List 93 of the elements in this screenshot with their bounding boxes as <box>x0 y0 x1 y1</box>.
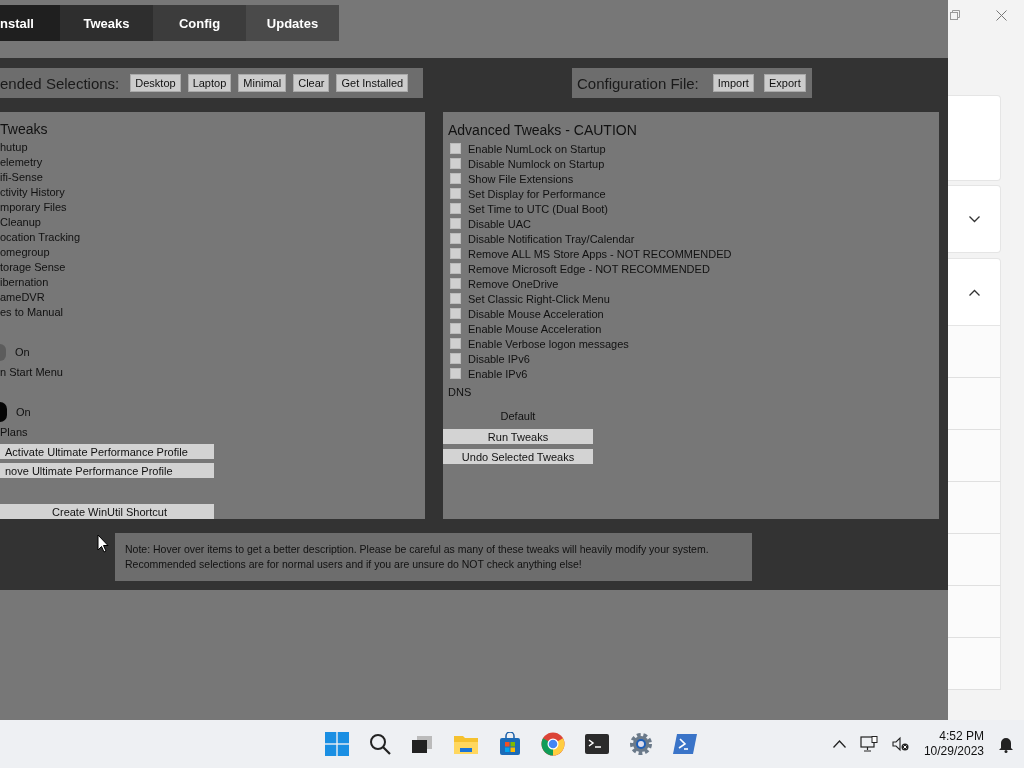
checkbox[interactable] <box>450 293 461 304</box>
network-icon[interactable] <box>859 736 878 752</box>
tab[interactable]: Tweaks <box>60 5 153 41</box>
tweak-label: ctivity History <box>0 185 66 200</box>
chevron-up-icon[interactable] <box>968 288 980 296</box>
checkbox-label: Disable Mouse Acceleration <box>468 307 604 320</box>
speaker-muted-icon[interactable] <box>891 736 910 752</box>
close-icon[interactable] <box>996 10 1007 21</box>
chrome-icon[interactable] <box>541 732 565 756</box>
checkbox-label: Set Display for Performance <box>468 187 606 200</box>
cursor-icon <box>97 534 109 553</box>
checkbox-label: Remove OneDrive <box>468 277 559 290</box>
note-text: Note: Hover over items to get a better description. Please be careful as many of these tweaks will heavily modify your system. Recommended selections are for normal users and if you are unsure do NOT check anything else! <box>115 533 752 581</box>
clock-time[interactable]: 4:52 PM <box>939 729 984 744</box>
selections-label: ended Selections: <box>0 74 120 92</box>
checkbox[interactable] <box>450 323 461 334</box>
checkbox-label: Set Classic Right-Click Menu <box>468 292 610 305</box>
tweak-label: mporary Files <box>0 200 68 215</box>
preset-button[interactable]: Laptop <box>187 74 232 92</box>
checkbox-label: Enable Mouse Acceleration <box>468 322 602 335</box>
toggle-label: On <box>15 346 30 358</box>
checkbox-label: Disable Notification Tray/Calendar <box>468 232 635 245</box>
chevron-up-icon[interactable] <box>832 740 846 748</box>
checkbox[interactable] <box>450 308 461 319</box>
tweak-button[interactable]: Run Tweaks <box>443 429 593 444</box>
preset-button[interactable]: Minimal <box>238 74 287 92</box>
checkbox[interactable] <box>450 158 461 169</box>
checkbox-label: Disable Numlock on Startup <box>468 157 605 170</box>
task-view-icon[interactable] <box>411 734 433 754</box>
tweak-label: omegroup <box>0 245 51 260</box>
tweak-label: ifi-Sense <box>0 170 44 185</box>
checkbox-label: Enable IPv6 <box>468 367 528 380</box>
restore-icon[interactable] <box>950 10 960 20</box>
tab[interactable]: nstall <box>0 5 60 41</box>
checkbox[interactable] <box>450 173 461 184</box>
dns-dropdown[interactable]: Default <box>443 410 593 424</box>
folder-icon[interactable] <box>453 733 479 755</box>
checkbox[interactable] <box>450 338 461 349</box>
action-button[interactable]: Activate Ultimate Performance Profile <box>0 444 214 459</box>
config-button[interactable]: Export <box>763 74 806 92</box>
checkbox-label: Remove ALL MS Store Apps - NOT RECOMMENDED <box>468 247 732 260</box>
tweak-label: es to Manual <box>0 305 64 320</box>
checkbox[interactable] <box>450 233 461 244</box>
tweak-label: Plans <box>0 425 29 440</box>
tweak-label: ameDVR <box>0 290 46 305</box>
bell-icon[interactable] <box>998 735 1014 753</box>
terminal-icon[interactable] <box>585 734 609 754</box>
search-icon[interactable] <box>369 733 391 755</box>
checkbox[interactable] <box>450 278 461 289</box>
checkbox[interactable] <box>450 248 461 259</box>
checkbox-label: Disable IPv6 <box>468 352 530 365</box>
preset-button[interactable]: Clear <box>293 74 330 92</box>
checkbox-label: Set Time to UTC (Dual Boot) <box>468 202 608 215</box>
tweak-button[interactable]: Undo Selected Tweaks <box>443 449 593 464</box>
tweak-label: hutup <box>0 140 29 155</box>
gear-icon[interactable] <box>629 732 653 756</box>
checkbox-label: Disable UAC <box>468 217 531 230</box>
chevron-down-icon[interactable] <box>968 215 980 223</box>
preset-button[interactable]: Get Installed <box>336 74 409 92</box>
windows-logo-icon[interactable] <box>325 732 349 756</box>
checkbox-label: Show File Extensions <box>468 172 574 185</box>
checkbox[interactable] <box>450 218 461 229</box>
clock-date[interactable]: 10/29/2023 <box>923 744 984 759</box>
config-button[interactable]: Import <box>712 74 754 92</box>
tab[interactable]: Updates <box>246 5 339 41</box>
tweak-label: ibernation <box>0 275 50 290</box>
checkbox-label: Enable Verbose logon messages <box>468 337 629 350</box>
toggle-switch[interactable] <box>0 343 6 361</box>
tab[interactable]: Config <box>153 5 246 41</box>
checkbox[interactable] <box>450 203 461 214</box>
dns-label: DNS <box>447 386 473 398</box>
tweak-label: elemetry <box>0 155 44 170</box>
checkbox[interactable] <box>450 368 461 379</box>
toggle-label: On <box>16 406 31 418</box>
tweak-label: n Start Menu <box>0 365 64 380</box>
panel-heading: Tweaks <box>0 120 49 139</box>
config-label: Configuration File: <box>577 74 699 92</box>
checkbox-label: Enable NumLock on Startup <box>468 142 606 155</box>
tweak-label: ocation Tracking <box>0 230 82 245</box>
toggle-switch[interactable] <box>0 402 7 422</box>
action-button[interactable]: nove Ultimate Performance Profile <box>0 463 214 478</box>
preset-button[interactable]: Desktop <box>130 74 181 92</box>
powershell-icon[interactable] <box>673 734 697 754</box>
checkbox-label: Remove Microsoft Edge - NOT RECOMMENDED <box>468 262 710 275</box>
checkbox[interactable] <box>450 188 461 199</box>
checkbox[interactable] <box>450 353 461 364</box>
checkbox[interactable] <box>450 143 461 154</box>
tweak-label: Cleanup <box>0 215 42 230</box>
tweak-label: torage Sense <box>0 260 67 275</box>
action-button[interactable]: Create WinUtil Shortcut <box>0 504 214 519</box>
store-icon[interactable] <box>499 732 521 756</box>
panel-heading: Advanced Tweaks - CAUTION <box>447 121 638 140</box>
checkbox[interactable] <box>450 263 461 274</box>
